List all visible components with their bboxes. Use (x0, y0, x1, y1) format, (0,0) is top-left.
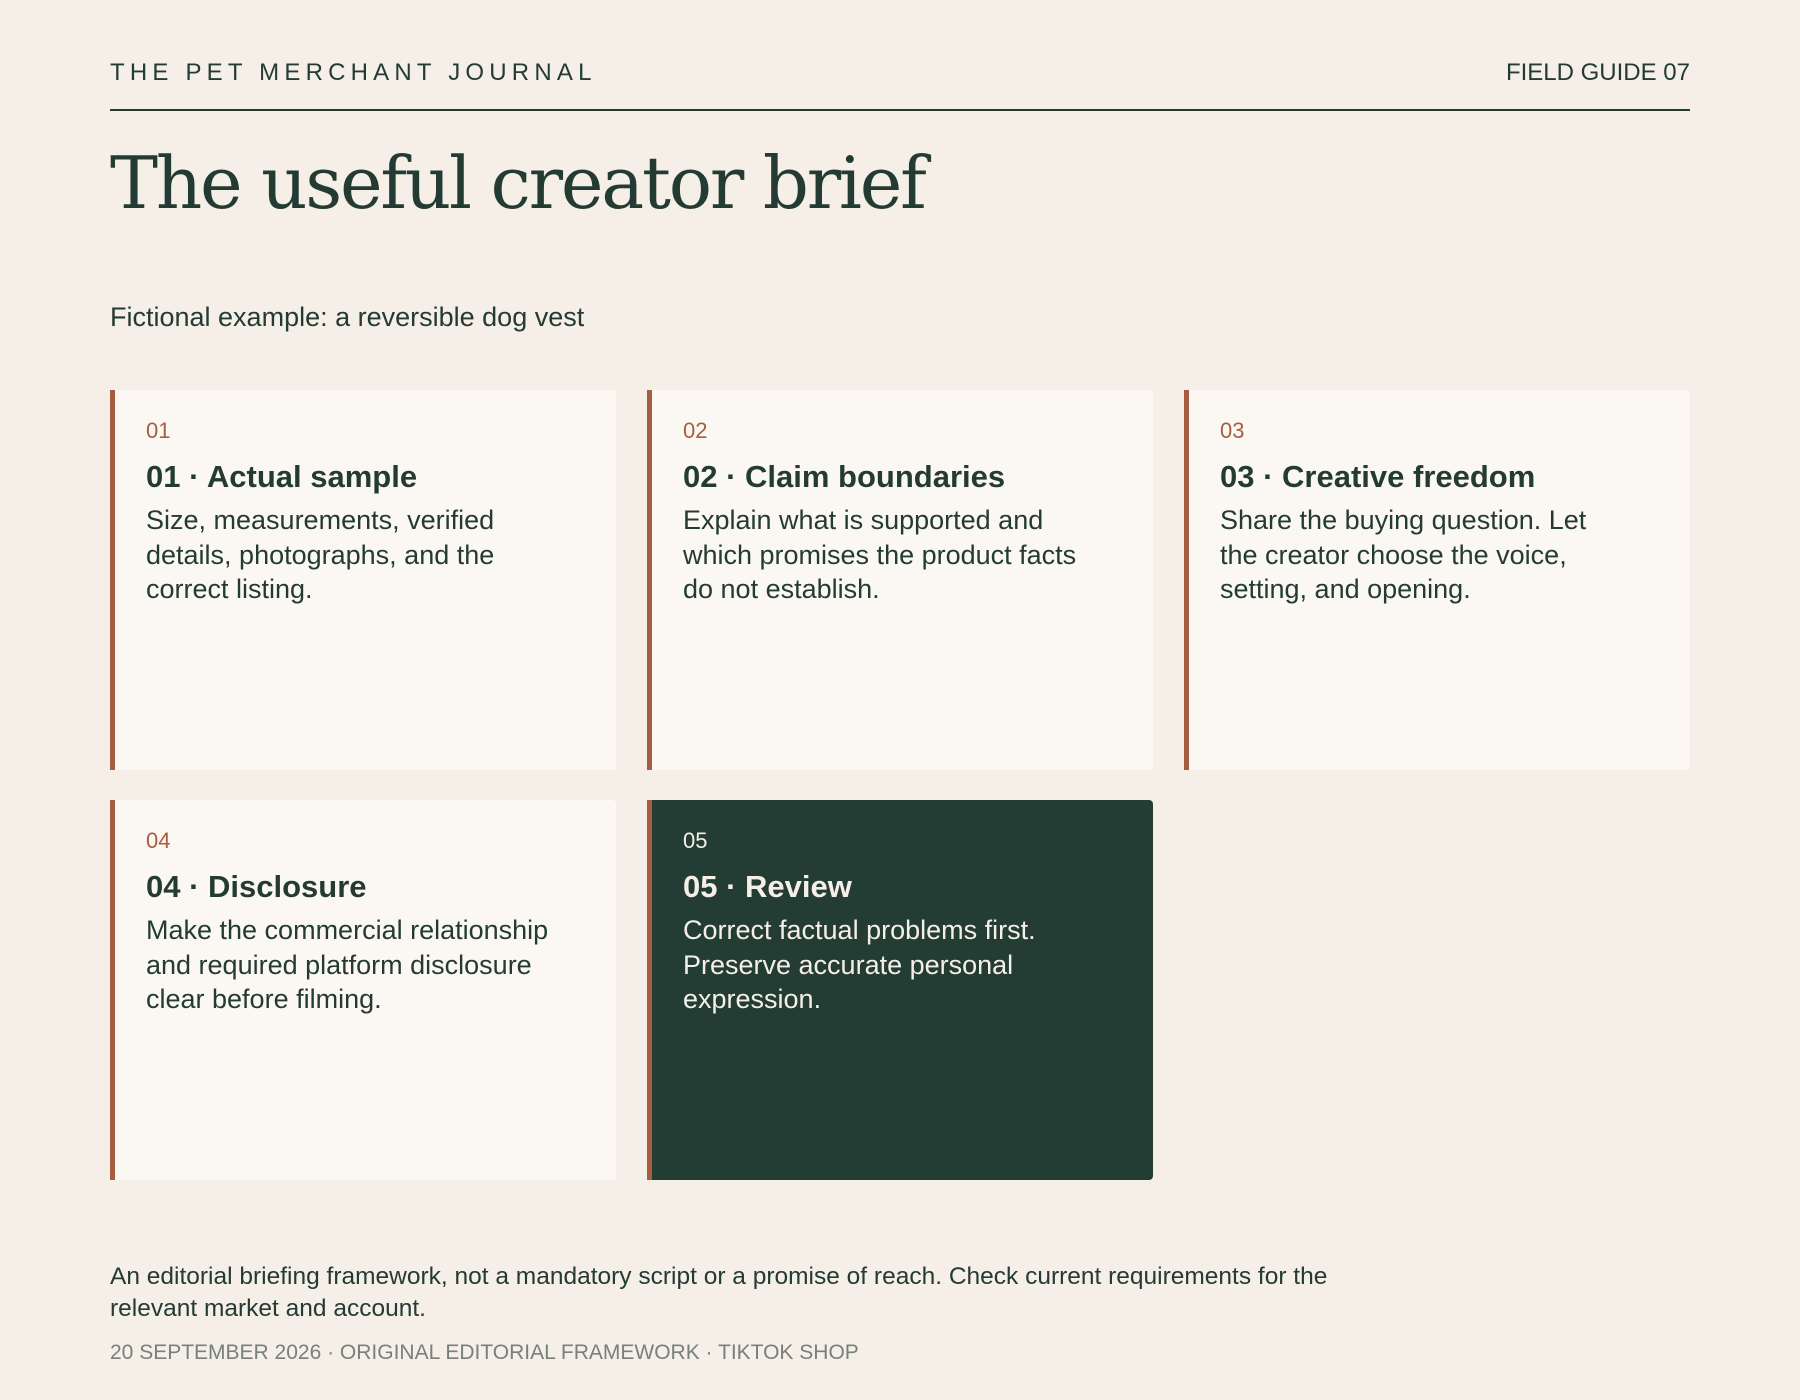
card-number: 02 (683, 418, 708, 443)
card-body: Correct factual problems first. Preserve… (683, 915, 1036, 1014)
field-guide-label: FIELD GUIDE 07 (1505, 59, 1690, 86)
journal-title: THE PET MERCHANT JOURNAL (110, 59, 597, 86)
card-body: Explain what is supported and which prom… (683, 505, 1077, 604)
card-number: 04 (146, 828, 171, 853)
card-number: 05 (683, 828, 708, 853)
card-number: 01 (146, 418, 171, 443)
disclosure-card: 04 04 · Disclosure Make the commercial r… (110, 800, 616, 1180)
card-title: 02 · Claim boundaries (683, 459, 1006, 494)
footer-metadata: 20 SEPTEMBER 2026 · ORIGINAL EDITORIAL F… (110, 1341, 859, 1364)
creator-brief-page: THE PET MERCHANT JOURNAL FIELD GUIDE 07 … (110, 0, 1690, 1400)
example-subtitle: Fictional example: a reversible dog vest (110, 302, 585, 332)
card-body: Size, measurements, verified details, ph… (146, 505, 495, 604)
review-card: 05 05 · Review Correct factual problems … (647, 800, 1153, 1180)
card-number: 03 (1220, 418, 1245, 443)
actual-sample-card: 01 01 · Actual sample Size, measurements… (110, 390, 616, 770)
card-title: 04 · Disclosure (146, 869, 367, 904)
card-body: Share the buying question. Let the creat… (1220, 505, 1587, 604)
claim-boundaries-card: 02 02 · Claim boundaries Explain what is… (647, 390, 1153, 770)
journal-header: THE PET MERCHANT JOURNAL FIELD GUIDE 07 (110, 0, 1690, 111)
card-body: Make the commercial relationship and req… (146, 915, 549, 1014)
card-title: 03 · Creative freedom (1220, 459, 1536, 494)
card-title: 01 · Actual sample (146, 459, 418, 494)
card-title: 05 · Review (683, 869, 852, 904)
brief-cards-grid: 01 01 · Actual sample Size, measurements… (110, 390, 1690, 1180)
page-title: The useful creator brief (110, 141, 927, 225)
framework-note: An editorial briefing framework, not a m… (110, 1262, 1328, 1322)
creative-freedom-card: 03 03 · Creative freedom Share the buyin… (1184, 390, 1690, 770)
